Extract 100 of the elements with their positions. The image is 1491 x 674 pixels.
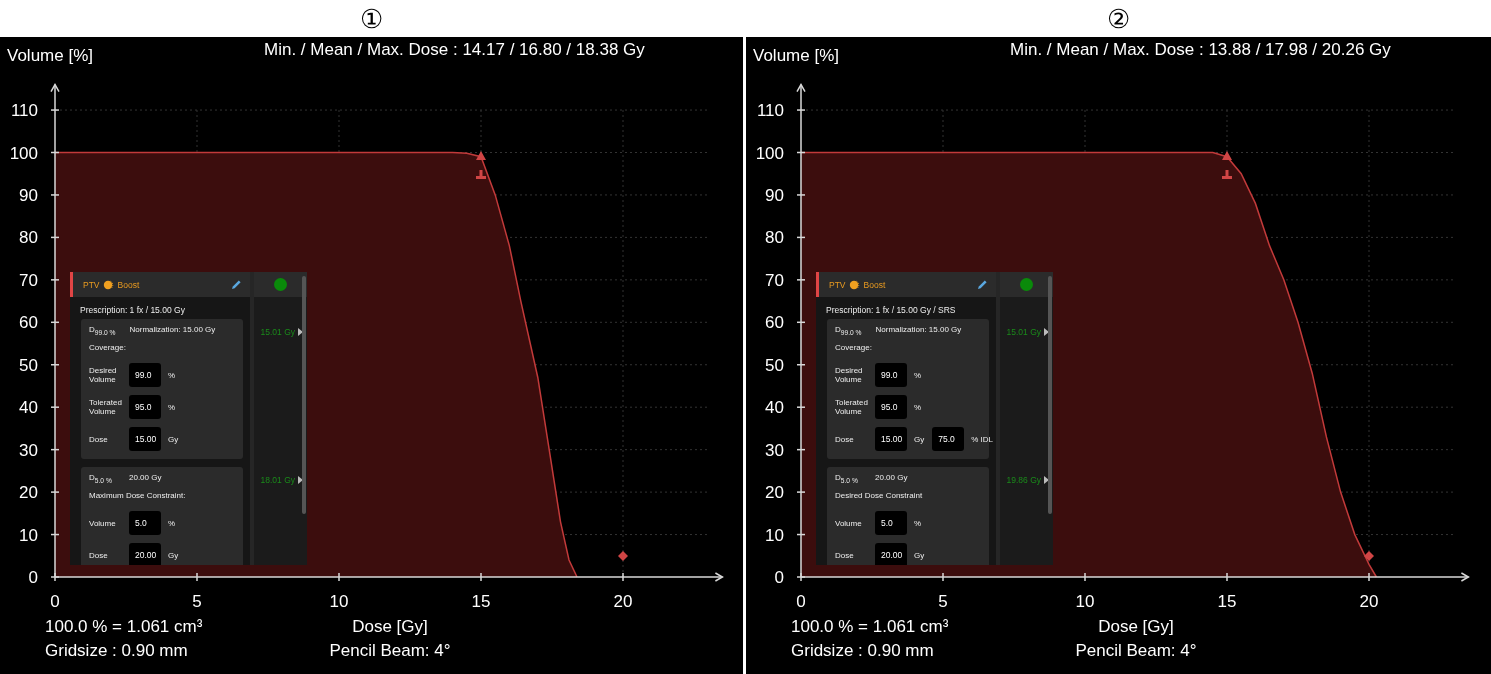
input-field[interactable]: 20.00 — [129, 543, 161, 565]
scrollbar[interactable] — [1048, 276, 1052, 514]
dose-metric-label: D$_{99.0 %}$ — [89, 325, 116, 336]
pencil-icon[interactable] — [231, 279, 242, 290]
structure-header[interactable]: PTV Boost — [70, 272, 250, 297]
field-label: Dose — [89, 550, 109, 560]
objective-value: 20.00 Gy — [129, 473, 162, 482]
volume-note: 100.0 % = 1.061 cm³ — [45, 616, 204, 638]
field-label: Tolerated Volume — [89, 398, 123, 416]
input-field[interactable]: 95.0 — [129, 395, 161, 419]
tick-label: 20 — [765, 483, 784, 503]
structure-header[interactable]: PTV Boost — [816, 272, 996, 297]
markers-drawing — [1222, 151, 1232, 179]
input-field[interactable]: 99.0 — [875, 363, 907, 387]
structure-label: PTV — [83, 279, 100, 290]
unit-label: Gy — [914, 434, 925, 444]
volume-note: 100.0 % = 1.061 cm³ — [791, 616, 950, 638]
tick-label: 0 — [50, 592, 60, 611]
field-label: Tolerated Volume — [835, 398, 869, 416]
input-field[interactable]: 95.0 — [875, 395, 907, 419]
input-field[interactable]: 20.00 — [875, 543, 907, 565]
objective-title: Coverage: — [835, 343, 873, 354]
achieved-dose: 15.01 Gy — [1006, 327, 1041, 337]
expand-arrow-icon[interactable] — [1044, 476, 1049, 484]
achieved-dose: 15.01 Gy — [260, 327, 295, 337]
field-label: Dose — [835, 434, 855, 444]
structure-label: PTV — [829, 279, 846, 290]
scrollbar[interactable] — [302, 276, 306, 514]
markers-drawing — [476, 151, 486, 179]
constraint-marker-icon — [618, 551, 628, 561]
tick-label: 50 — [19, 355, 38, 375]
tick-label: 0 — [28, 568, 38, 587]
tick-label: 10 — [19, 525, 38, 545]
tick-label: 40 — [19, 398, 38, 418]
tick-label: 15 — [471, 592, 491, 611]
objective-title: Desired Dose Constraint — [835, 491, 924, 502]
achieved-dose: 18.01 Gy — [260, 475, 295, 485]
tick-label: 90 — [19, 185, 38, 205]
tick-label: 100 — [755, 143, 784, 163]
tick-label: 10 — [1075, 592, 1095, 611]
axis-title: Dose [Gy] — [351, 616, 429, 638]
toggle-icon[interactable] — [848, 279, 861, 290]
expand-arrow-icon[interactable] — [298, 328, 303, 336]
tick-label: 0 — [774, 568, 784, 587]
dose-metric-label: D$_{99.0 %}$ — [835, 325, 862, 336]
tick-label: 20 — [613, 592, 633, 611]
field-label: Desired Volume — [89, 366, 118, 384]
panel-number: ② — [1107, 5, 1130, 32]
unit-label: % — [168, 370, 176, 380]
dose-metric-label: D$_{5.0 %}$ — [89, 473, 113, 484]
gridsize-note: Gridsize : 0.90 mm — [45, 640, 189, 662]
objective-title: Maximum Dose Constraint: — [89, 491, 187, 502]
tick-label: 20 — [1359, 592, 1379, 611]
dose-statistics: Min. / Mean / Max. Dose : 13.88 / 17.98 / 20.26 Gy — [1010, 39, 1391, 61]
tick-label: 60 — [765, 313, 784, 333]
axis-title: Volume [%] — [6, 45, 94, 67]
tick-label: 70 — [765, 270, 784, 290]
tick-label: 40 — [765, 398, 784, 418]
objective-value: Normalization: 15.00 Gy — [875, 325, 962, 334]
tick-label: 5 — [192, 592, 202, 611]
unit-label: % — [914, 402, 922, 412]
panel-number: ① — [360, 5, 383, 32]
axis-title: Volume [%] — [752, 45, 840, 67]
unit-label: % — [168, 518, 176, 528]
expand-arrow-icon[interactable] — [298, 476, 303, 484]
constraint-marker-icon — [1364, 551, 1374, 561]
unit-label: Gy — [168, 550, 179, 560]
structure-name: Boost — [117, 279, 140, 290]
input-field[interactable]: 15.00 — [875, 427, 907, 451]
field-label: Dose — [89, 434, 109, 444]
pencil-icon[interactable] — [977, 279, 988, 290]
tick-label: 110 — [756, 101, 784, 121]
tick-label: 50 — [765, 355, 784, 375]
unit-label: Gy — [168, 434, 179, 444]
algorithm-note: Pencil Beam: 4° — [328, 640, 452, 662]
input-field[interactable]: 75.0 — [932, 427, 965, 451]
input-field[interactable]: 5.0 — [875, 511, 907, 535]
toggle-icon[interactable] — [102, 279, 115, 290]
unit-label: % — [168, 402, 176, 412]
expand-arrow-icon[interactable] — [1044, 328, 1049, 336]
input-field[interactable]: 15.00 — [129, 427, 161, 451]
prescription-text: Prescription: 1 fx / 15.00 Gy — [80, 305, 185, 315]
achieved-dose: 19.86 Gy — [1006, 475, 1041, 485]
tick-label: 100 — [9, 143, 38, 163]
unit-label: % — [914, 518, 922, 528]
tick-label: 80 — [19, 228, 38, 248]
unit-label: % IDL — [971, 434, 994, 444]
field-label: Volume — [835, 518, 863, 528]
objective-title: Coverage: — [89, 343, 127, 354]
axis-title: Dose [Gy] — [1097, 616, 1175, 638]
field-label: Dose — [835, 550, 855, 560]
tick-label: 5 — [938, 592, 948, 611]
dose-statistics: Min. / Mean / Max. Dose : 14.17 / 16.80 / 18.38 Gy — [264, 39, 645, 61]
input-field[interactable]: 99.0 — [129, 363, 161, 387]
input-field[interactable]: 5.0 — [129, 511, 161, 535]
structure-name: Boost — [863, 279, 886, 290]
tick-label: 15 — [1217, 592, 1237, 611]
tick-label: 30 — [19, 440, 38, 460]
objective-value: 20.00 Gy — [875, 473, 908, 482]
tick-label: 60 — [19, 313, 38, 333]
